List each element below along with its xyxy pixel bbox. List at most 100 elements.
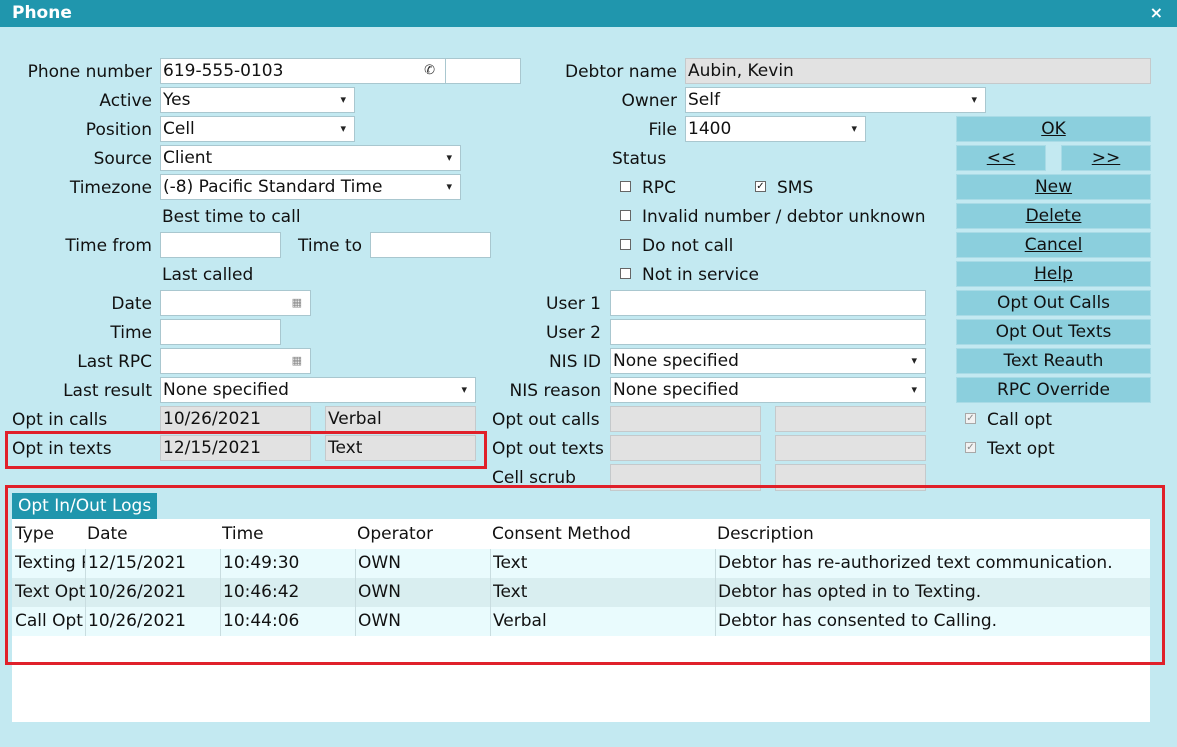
user1-input[interactable] — [610, 290, 926, 316]
active-label: Active — [99, 91, 152, 111]
last-rpc-input[interactable]: ▦ — [160, 348, 311, 374]
calendar-icon[interactable]: ▦ — [292, 349, 302, 373]
text-opt-label: Text opt — [987, 439, 1055, 459]
invalid-number-checkbox[interactable] — [620, 210, 631, 221]
not-in-service-checkbox[interactable] — [620, 268, 631, 279]
text-reauth-button[interactable]: Text Reauth — [956, 348, 1151, 374]
opt-out-texts-method — [775, 435, 926, 461]
do-not-call-label: Do not call — [642, 236, 734, 256]
user2-label: User 2 — [546, 323, 601, 343]
chevron-down-icon: ▾ — [446, 151, 452, 164]
nis-id-value: None specified — [613, 351, 739, 371]
opt-in-texts-highlight — [5, 431, 487, 469]
nis-reason-select[interactable]: None specified ▾ — [610, 377, 926, 403]
nis-id-label: NIS ID — [548, 352, 601, 372]
time-from-label: Time from — [65, 236, 152, 256]
chevron-down-icon: ▾ — [971, 93, 977, 106]
time-label: Time — [110, 323, 152, 343]
active-select[interactable]: Yes ▾ — [160, 87, 355, 113]
source-select[interactable]: Client ▾ — [160, 145, 461, 171]
user2-input[interactable] — [610, 319, 926, 345]
last-rpc-label: Last RPC — [77, 352, 152, 372]
chevron-down-icon: ▾ — [461, 383, 467, 396]
rpc-override-button[interactable]: RPC Override — [956, 377, 1151, 403]
opt-out-texts-label: Opt out texts — [492, 439, 604, 459]
window-title: Phone — [12, 3, 72, 23]
time-input[interactable] — [160, 319, 281, 345]
sms-label: SMS — [777, 178, 814, 198]
phone-number-value: 619-555-0103 — [163, 61, 284, 81]
last-result-value: None specified — [163, 380, 289, 400]
close-icon[interactable]: × — [1150, 3, 1163, 22]
timezone-label: Timezone — [69, 178, 152, 198]
phone-icon[interactable]: ✆ — [424, 59, 435, 83]
nis-id-select[interactable]: None specified ▾ — [610, 348, 926, 374]
previous-button-label: << — [986, 148, 1016, 168]
new-button[interactable]: New — [956, 174, 1151, 200]
date-input[interactable]: ▦ — [160, 290, 311, 316]
rpc-checkbox[interactable] — [620, 181, 631, 192]
opt-out-calls-date — [610, 406, 761, 432]
sms-checkbox[interactable]: ✓ — [755, 181, 766, 192]
best-time-heading: Best time to call — [162, 207, 301, 227]
not-in-service-label: Not in service — [642, 265, 759, 285]
chevron-down-icon: ▾ — [911, 383, 917, 396]
last-result-label: Last result — [63, 381, 152, 401]
chevron-down-icon: ▾ — [446, 180, 452, 193]
file-label: File — [648, 120, 677, 140]
opt-out-texts-date — [610, 435, 761, 461]
file-value: 1400 — [688, 119, 732, 139]
calendar-icon[interactable]: ▦ — [292, 291, 302, 315]
opt-out-calls-label: Opt out calls — [492, 410, 600, 430]
opt-out-calls-method — [775, 406, 926, 432]
help-button[interactable]: Help — [956, 261, 1151, 287]
do-not-call-checkbox[interactable] — [620, 239, 631, 250]
owner-label: Owner — [621, 91, 677, 111]
owner-select[interactable]: Self ▾ — [685, 87, 986, 113]
position-value: Cell — [163, 119, 195, 139]
next-button[interactable]: >> — [1061, 145, 1151, 171]
source-label: Source — [93, 149, 152, 169]
opt-in-calls-label: Opt in calls — [12, 410, 108, 430]
time-to-label: Time to — [298, 236, 363, 256]
last-result-select[interactable]: None specified ▾ — [160, 377, 476, 403]
title-bar: Phone × — [0, 0, 1177, 27]
previous-button[interactable]: << — [956, 145, 1046, 171]
chevron-down-icon: ▾ — [851, 122, 857, 135]
user1-label: User 1 — [546, 294, 601, 314]
delete-button[interactable]: Delete — [956, 203, 1151, 229]
nis-reason-label: NIS reason — [509, 381, 601, 401]
cell-scrub-label: Cell scrub — [492, 468, 576, 487]
timezone-select[interactable]: (-8) Pacific Standard Time ▾ — [160, 174, 461, 200]
logs-highlight — [5, 485, 1165, 665]
chevron-down-icon: ▾ — [911, 354, 917, 367]
timezone-value: (-8) Pacific Standard Time — [163, 177, 383, 197]
chevron-down-icon: ▾ — [340, 122, 346, 135]
ok-button[interactable]: OK — [956, 116, 1151, 142]
opt-out-calls-button[interactable]: Opt Out Calls — [956, 290, 1151, 316]
position-select[interactable]: Cell ▾ — [160, 116, 355, 142]
cancel-button-label: Cancel — [1024, 235, 1083, 255]
call-opt-label: Call opt — [987, 410, 1052, 430]
delete-button-label: Delete — [1025, 206, 1082, 226]
invalid-number-label: Invalid number / debtor unknown — [642, 207, 926, 227]
owner-value: Self — [688, 90, 720, 110]
debtor-name-label: Debtor name — [564, 62, 677, 82]
opt-in-calls-date: 10/26/2021 — [160, 406, 311, 432]
phone-number-input[interactable]: 619-555-0103 ✆ — [160, 58, 446, 84]
position-label: Position — [85, 120, 152, 140]
date-label: Date — [111, 294, 152, 314]
source-value: Client — [163, 148, 213, 168]
time-to-input[interactable] — [370, 232, 491, 258]
call-opt-checkbox: ✓ — [965, 413, 976, 424]
file-select[interactable]: 1400 ▾ — [685, 116, 866, 142]
ok-button-label: OK — [1041, 119, 1066, 139]
opt-out-texts-button[interactable]: Opt Out Texts — [956, 319, 1151, 345]
status-heading: Status — [612, 149, 667, 169]
debtor-name-field: Aubin, Kevin — [685, 58, 1151, 84]
cancel-button[interactable]: Cancel — [956, 232, 1151, 258]
last-called-heading: Last called — [162, 265, 254, 285]
phone-number-label: Phone number — [27, 62, 152, 82]
text-opt-checkbox: ✓ — [965, 442, 976, 453]
time-from-input[interactable] — [160, 232, 281, 258]
